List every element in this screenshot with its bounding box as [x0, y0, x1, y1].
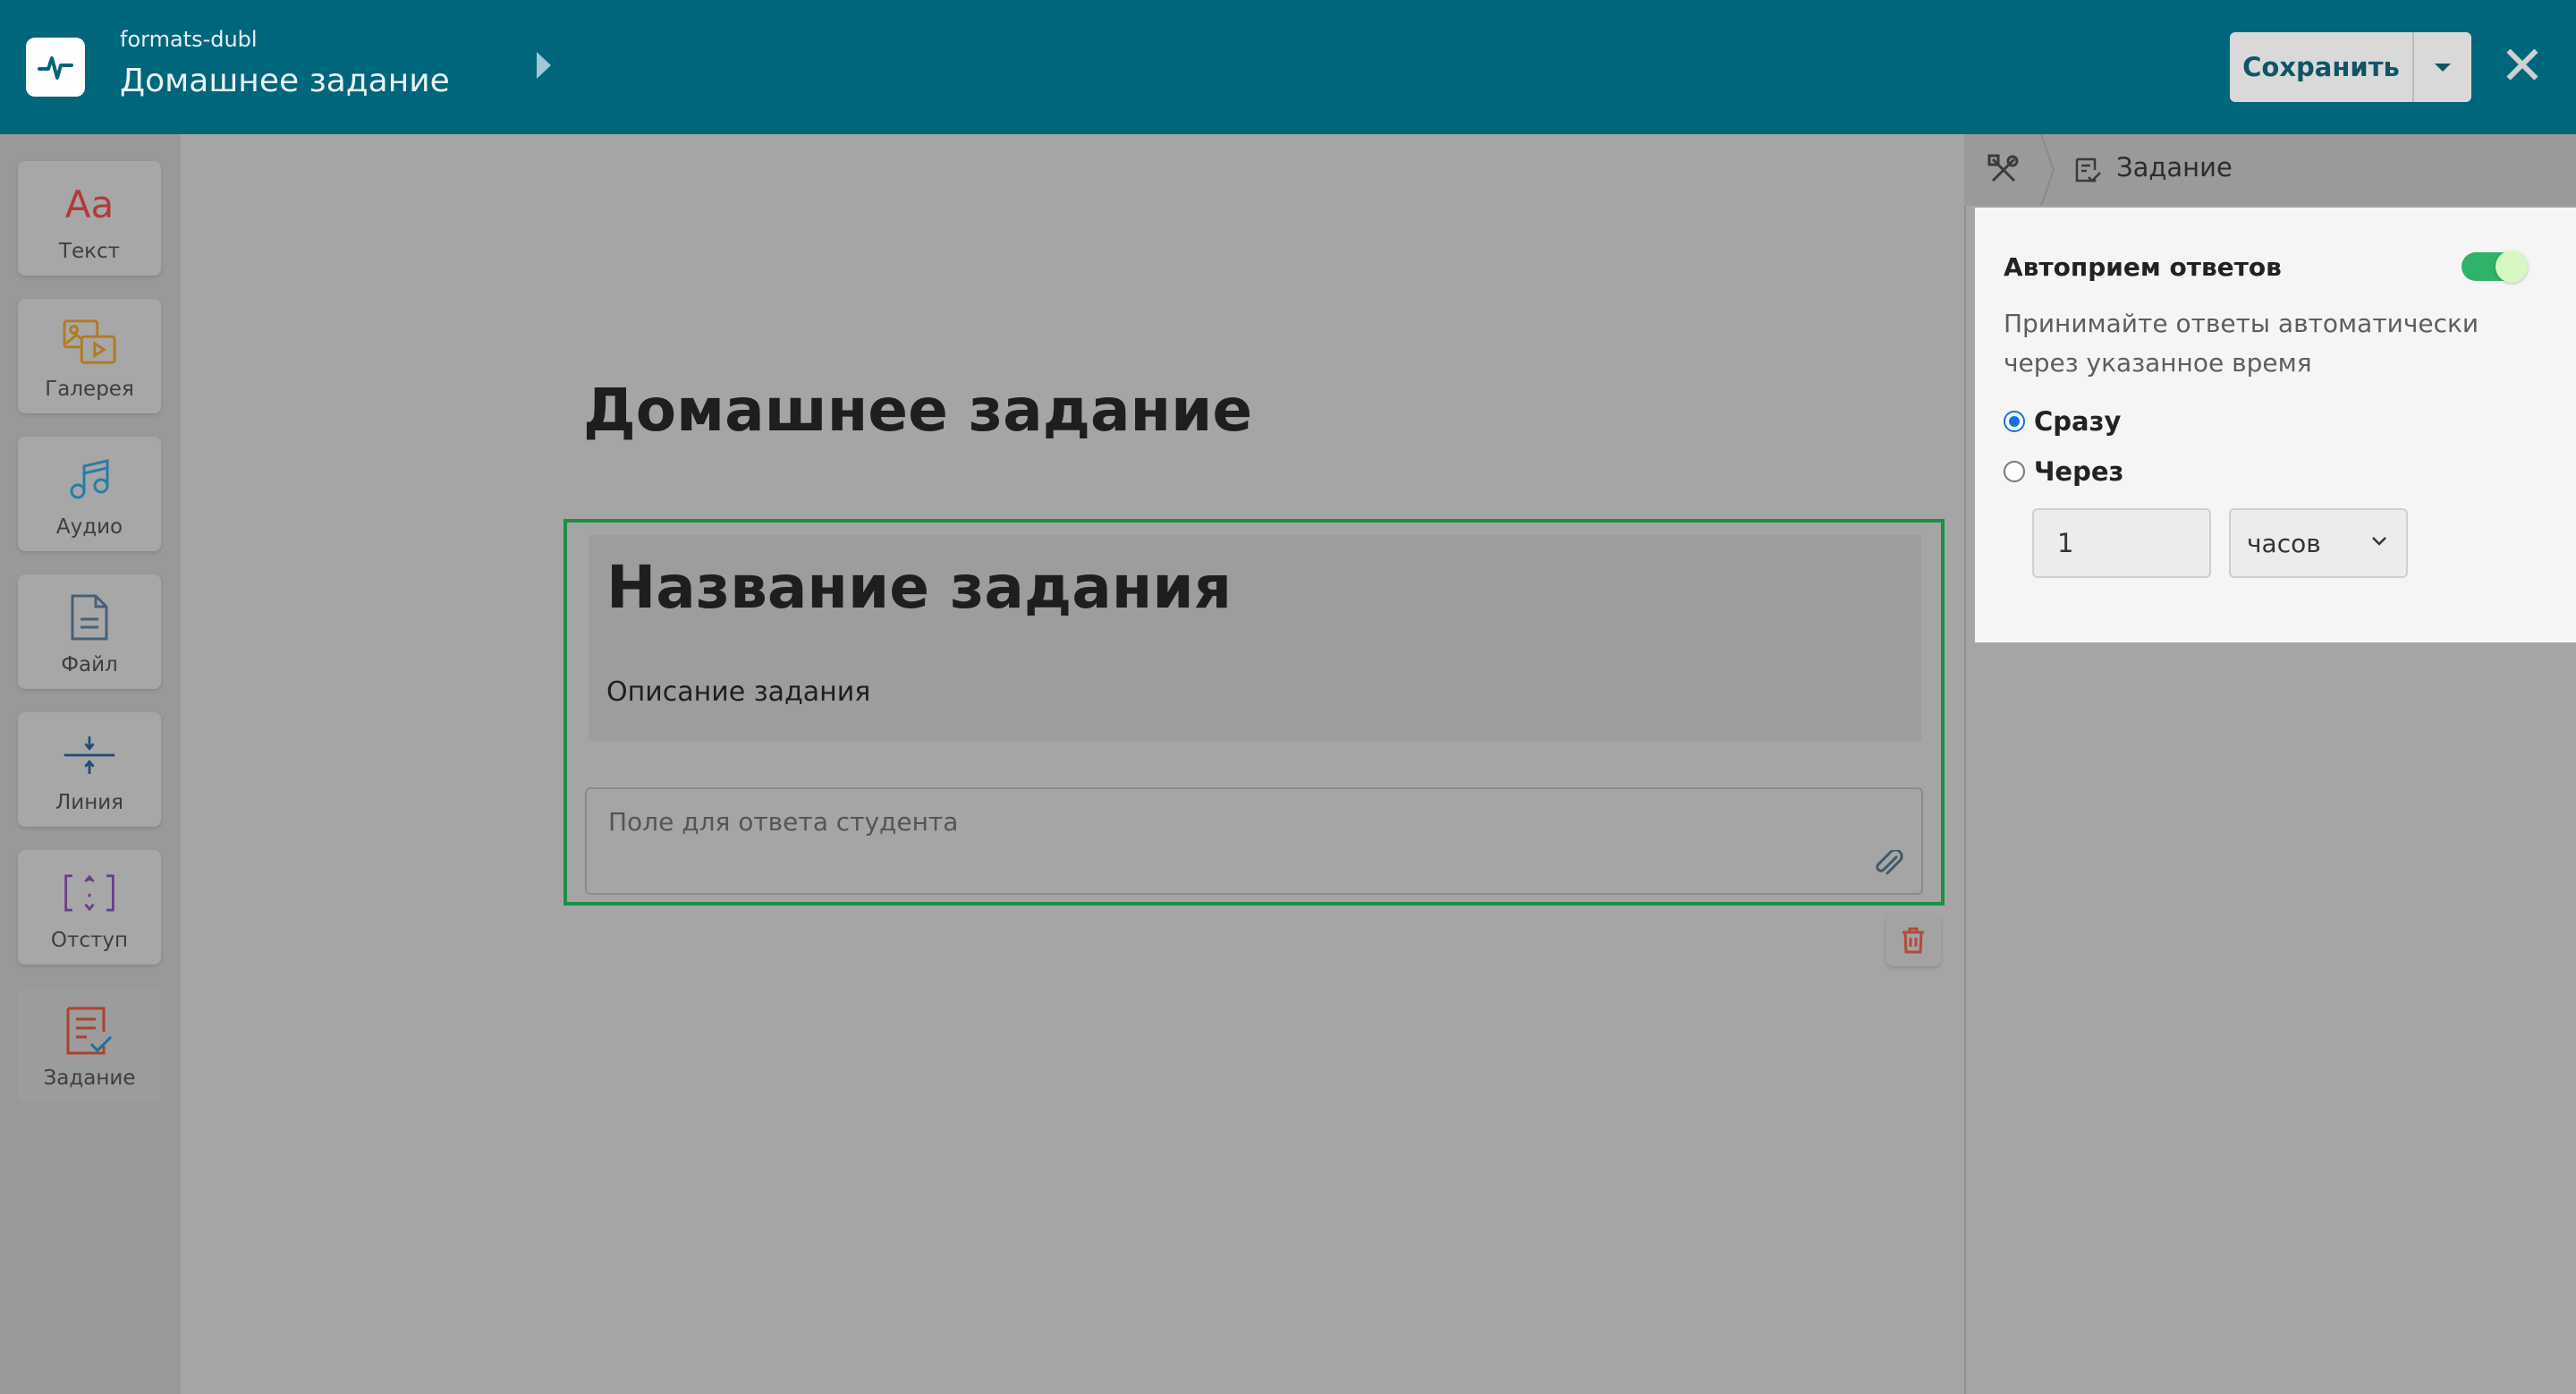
option-after[interactable]: Через — [2004, 456, 2123, 487]
text-aa-icon: Aa — [64, 182, 114, 226]
chevron-down-icon — [2372, 537, 2386, 546]
editor-canvas: Домашнее задание Название задания Описан… — [181, 134, 1964, 1394]
breadcrumb-current[interactable]: Задание — [2116, 152, 2233, 183]
tool-text[interactable]: Aa Текст — [18, 161, 161, 276]
auto-accept-card: Автоприем ответов Принимайте ответы авто… — [1975, 208, 2576, 642]
task-icon — [2075, 157, 2101, 183]
delay-unit-value: часов — [2247, 528, 2321, 558]
tool-label: Задание — [43, 1067, 136, 1090]
tool-label: Линия — [55, 791, 124, 814]
gallery-icon — [63, 317, 116, 367]
breadcrumb — [1964, 134, 2576, 206]
tool-audio[interactable]: Аудио — [18, 437, 161, 551]
caret-right-icon[interactable] — [537, 52, 551, 79]
pulse-icon — [38, 56, 73, 80]
toggle-knob — [2496, 251, 2528, 283]
paperclip-icon[interactable] — [1875, 850, 1905, 877]
radio-immediately[interactable] — [2004, 411, 2025, 432]
caret-down-icon — [2435, 63, 2451, 72]
radio-after[interactable] — [2004, 461, 2025, 482]
audio-note-icon — [63, 455, 116, 505]
setting-title: Автоприем ответов — [2004, 252, 2282, 282]
file-icon — [63, 592, 116, 642]
line-icon — [63, 730, 116, 780]
tool-label: Отступ — [50, 929, 129, 952]
save-options-button[interactable] — [2414, 32, 2471, 102]
save-button-group: Сохранить — [2230, 32, 2471, 102]
answer-placeholder: Поле для ответа студента — [608, 807, 959, 837]
tool-file[interactable]: Файл — [18, 574, 161, 689]
delete-button[interactable] — [1885, 914, 1941, 966]
document-title[interactable]: Домашнее задание — [583, 376, 1252, 445]
tool-task[interactable]: Задание — [18, 988, 161, 1102]
tool-gallery[interactable]: Галерея — [18, 299, 161, 413]
tool-label: Галерея — [45, 378, 134, 401]
top-bar: formats-dubl Домашнее задание Сохранить … — [0, 0, 2576, 134]
delay-amount-input[interactable] — [2032, 508, 2211, 578]
task-title[interactable]: Название задания — [606, 553, 1232, 622]
tool-label: Аудио — [55, 515, 123, 539]
task-block[interactable]: Название задания Описание задания Поле д… — [564, 519, 1945, 905]
setting-description: Принимайте ответы автоматически через ук… — [2004, 309, 2479, 378]
tools-icon[interactable] — [1987, 154, 2020, 186]
breadcrumb-separator — [2040, 134, 2055, 206]
close-button[interactable]: ✕ — [2496, 35, 2549, 98]
tool-spacing[interactable]: Отступ — [18, 850, 161, 965]
task-header: Название задания Описание задания — [589, 535, 1921, 741]
block-toolbar: Aa Текст Галерея Аудио Файл Линия Отступ — [0, 134, 181, 1394]
spacing-icon — [63, 868, 116, 918]
tool-label: Файл — [61, 653, 118, 676]
page-title: Домашнее задание — [120, 63, 450, 99]
task-icon — [63, 1006, 116, 1056]
option-immediately[interactable]: Сразу — [2004, 406, 2121, 437]
option-immediately-label: Сразу — [2034, 406, 2122, 437]
auto-accept-toggle[interactable] — [2462, 251, 2528, 283]
app-logo[interactable] — [26, 38, 85, 97]
option-after-label: Через — [2034, 456, 2124, 487]
trash-icon — [1902, 927, 1924, 954]
save-button[interactable]: Сохранить — [2230, 32, 2414, 102]
task-description[interactable]: Описание задания — [606, 676, 870, 708]
tool-label: Текст — [58, 240, 121, 263]
student-answer-field[interactable]: Поле для ответа студента — [585, 787, 1923, 895]
tool-line[interactable]: Линия — [18, 712, 161, 827]
delay-unit-select[interactable]: часов — [2229, 508, 2408, 578]
project-name: formats-dubl — [120, 27, 258, 52]
